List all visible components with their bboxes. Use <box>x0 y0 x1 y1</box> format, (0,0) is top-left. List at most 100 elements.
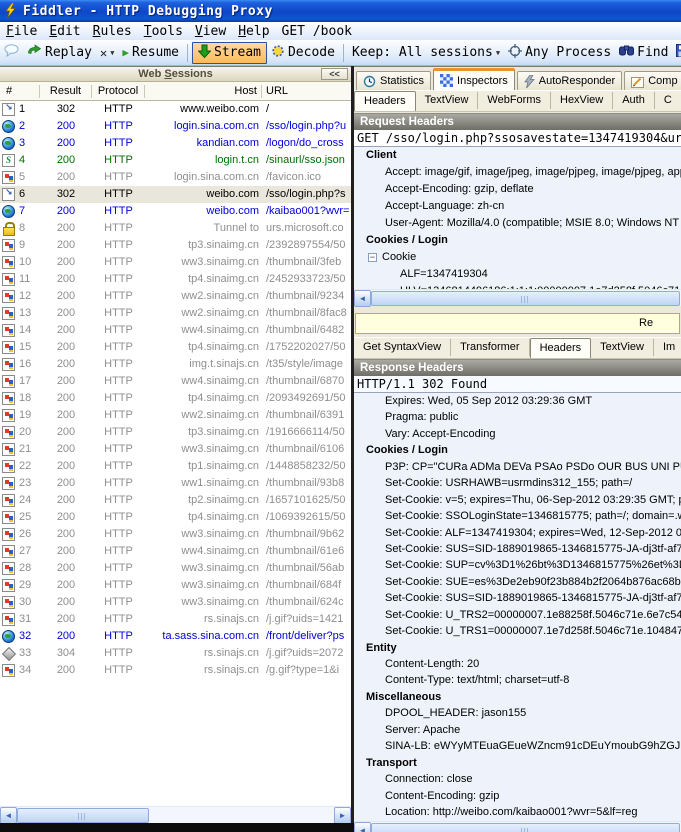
session-row[interactable]: 5200HTTPlogin.sina.com.cn/favicon.ico <box>0 169 351 186</box>
header-row: Connection: close <box>354 771 681 787</box>
column-header-host[interactable]: Host <box>145 85 262 98</box>
image-icon <box>2 409 15 422</box>
session-row[interactable]: 30200HTTPww3.sinaimg.cn/thumbnail/624c <box>0 594 351 611</box>
session-row[interactable]: 19200HTTPww2.sinaimg.cn/thumbnail/6391 <box>0 407 351 424</box>
scroll-left-icon[interactable]: ◄ <box>354 822 371 832</box>
session-row[interactable]: 15200HTTPtp4.sinaimg.cn/1752202027/50 <box>0 339 351 356</box>
scrollbar-thumb[interactable] <box>17 808 149 823</box>
response-h-scrollbar[interactable]: ◄ <box>354 821 681 832</box>
column-header-num[interactable]: # <box>0 85 40 98</box>
session-row[interactable]: 25200HTTPtp4.sinaimg.cn/1069392615/50 <box>0 509 351 526</box>
request-h-scrollbar[interactable]: ◄ <box>354 289 681 306</box>
any-process-button[interactable]: Any Process <box>504 43 615 63</box>
stream-button[interactable]: Stream <box>192 42 267 64</box>
protocol: HTTP <box>92 390 145 407</box>
collapse-panel-button[interactable]: << <box>321 68 348 80</box>
save-button[interactable]: Save <box>672 43 681 63</box>
sessions-list: 1302HTTPwww.weibo.com/2200HTTPlogin.sina… <box>0 101 351 679</box>
response-tab-im[interactable]: Im <box>654 339 681 356</box>
scrollbar-thumb[interactable] <box>371 823 680 832</box>
session-row[interactable]: 16200HTTPimg.t.sinajs.cn/t35/style/image <box>0 356 351 373</box>
response-tab-get-syntaxview[interactable]: Get SyntaxView <box>354 339 451 356</box>
session-row[interactable]: 23200HTTPww1.sinaimg.cn/thumbnail/93b8 <box>0 475 351 492</box>
menu-get-book[interactable]: GET /book <box>276 24 358 39</box>
url: /thumbnail/624c <box>262 594 351 611</box>
session-row[interactable]: 1302HTTPwww.weibo.com/ <box>0 101 351 118</box>
session-row[interactable]: 31200HTTPrs.sinajs.cn/j.gif?uids=1421 <box>0 611 351 628</box>
decode-button[interactable]: Decode <box>267 43 339 63</box>
scroll-left-icon[interactable]: ◄ <box>0 807 17 823</box>
column-header-protocol[interactable]: Protocol <box>92 85 145 98</box>
tab-comp[interactable]: Comp <box>624 71 681 90</box>
tab-autoresponder[interactable]: AutoResponder <box>517 71 622 90</box>
comment-button[interactable] <box>0 43 23 62</box>
session-row[interactable]: 32200HTTPta.sass.sina.com.cn/front/deliv… <box>0 628 351 645</box>
header-row: Set-Cookie: v=5; expires=Thu, 06-Sep-201… <box>354 492 681 508</box>
request-tab-webforms[interactable]: WebForms <box>478 92 551 109</box>
session-row[interactable]: 34200HTTPrs.sinajs.cn/g.gif?type=1&i <box>0 662 351 679</box>
host: ta.sass.sina.com.cn <box>145 628 262 645</box>
request-tab-hexview[interactable]: HexView <box>551 92 613 109</box>
session-row[interactable]: 9200HTTPtp3.sinaimg.cn/2392897554/50 <box>0 237 351 254</box>
session-row[interactable]: 12200HTTPww2.sinaimg.cn/thumbnail/9234 <box>0 288 351 305</box>
session-row[interactable]: 4200HTTPlogin.t.cn/sinaurl/sso.json <box>0 152 351 169</box>
menu-tools[interactable]: Tools <box>138 24 189 39</box>
find-button[interactable]: Find <box>615 44 672 61</box>
tab-inspectors[interactable]: Inspectors <box>433 68 515 90</box>
session-row[interactable]: 3200HTTPkandian.com/logon/do_cross <box>0 135 351 152</box>
host: ww4.sinaimg.cn <box>145 373 262 390</box>
response-tab-transformer[interactable]: Transformer <box>451 339 530 356</box>
image-icon <box>2 596 15 609</box>
sessions-h-scrollbar[interactable]: ◄ ► <box>0 806 351 823</box>
session-row[interactable]: 13200HTTPww2.sinaimg.cn/thumbnail/8fac8 <box>0 305 351 322</box>
session-row[interactable]: 6302HTTPweibo.com/sso/login.php?s <box>0 186 351 203</box>
scroll-left-icon[interactable]: ◄ <box>354 290 371 307</box>
remove-button[interactable]: ✕▼ <box>96 45 118 61</box>
tab-statistics[interactable]: Statistics <box>356 71 431 90</box>
host: ww3.sinaimg.cn <box>145 441 262 458</box>
url: /1448858232/50 <box>262 458 351 475</box>
session-row[interactable]: 18200HTTPtp4.sinaimg.cn/2093492691/50 <box>0 390 351 407</box>
collapse-toggle-icon[interactable]: − <box>368 253 377 262</box>
scrollbar-thumb[interactable] <box>371 291 680 306</box>
request-tab-auth[interactable]: Auth <box>613 92 655 109</box>
session-row[interactable]: 7200HTTPweibo.com/kaibao001?wvr= <box>0 203 351 220</box>
menu-rules[interactable]: Rules <box>87 24 138 39</box>
request-tab-textview[interactable]: TextView <box>416 92 479 109</box>
session-row[interactable]: 10200HTTPww3.sinaimg.cn/thumbnail/3feb <box>0 254 351 271</box>
session-row[interactable]: 33304HTTPrs.sinajs.cn/j.gif?uids=2072 <box>0 645 351 662</box>
url: /front/deliver?ps <box>262 628 351 645</box>
transform-banner[interactable]: Re <box>355 313 680 334</box>
column-header-result[interactable]: Result <box>40 85 92 98</box>
session-row[interactable]: 29200HTTPww3.sinaimg.cn/thumbnail/684f <box>0 577 351 594</box>
replay-button[interactable]: Replay <box>23 43 96 62</box>
host: tp3.sinaimg.cn <box>145 424 262 441</box>
menu-help[interactable]: Help <box>232 24 275 39</box>
session-row[interactable]: 24200HTTPtp2.sinaimg.cn/1657101625/50 <box>0 492 351 509</box>
session-row[interactable]: 20200HTTPtp3.sinaimg.cn/1916666114/50 <box>0 424 351 441</box>
menu-view[interactable]: View <box>189 24 232 39</box>
request-tab-headers[interactable]: Headers <box>354 91 416 111</box>
session-row[interactable]: 14200HTTPww4.sinaimg.cn/thumbnail/6482 <box>0 322 351 339</box>
keep-sessions-dropdown[interactable]: Keep: All sessions▼ <box>348 44 504 61</box>
scroll-right-icon[interactable]: ► <box>334 807 351 823</box>
session-row[interactable]: 28200HTTPww3.sinaimg.cn/thumbnail/56ab <box>0 560 351 577</box>
session-row[interactable]: 21200HTTPww3.sinaimg.cn/thumbnail/6106 <box>0 441 351 458</box>
session-row[interactable]: 11200HTTPtp4.sinaimg.cn/2452933723/50 <box>0 271 351 288</box>
session-row[interactable]: 26200HTTPww3.sinaimg.cn/thumbnail/9b62 <box>0 526 351 543</box>
menu-file[interactable]: File <box>0 24 43 39</box>
session-row[interactable]: 22200HTTPtp1.sinaimg.cn/1448858232/50 <box>0 458 351 475</box>
session-number: 22 <box>19 458 40 475</box>
request-tab-c[interactable]: C <box>655 92 681 109</box>
protocol: HTTP <box>92 492 145 509</box>
response-tab-textview[interactable]: TextView <box>591 339 654 356</box>
resume-button[interactable]: ▶Resume <box>118 44 183 61</box>
response-tab-headers[interactable]: Headers <box>530 338 592 358</box>
result-code: 200 <box>40 628 92 645</box>
session-row[interactable]: 17200HTTPww4.sinaimg.cn/thumbnail/6870 <box>0 373 351 390</box>
session-row[interactable]: 27200HTTPww4.sinaimg.cn/thumbnail/61e6 <box>0 543 351 560</box>
menu-edit[interactable]: Edit <box>43 24 86 39</box>
session-row[interactable]: 2200HTTPlogin.sina.com.cn/sso/login.php?… <box>0 118 351 135</box>
column-header-url[interactable]: URL <box>262 85 351 98</box>
session-row[interactable]: 8200HTTPTunnel tours.microsoft.co <box>0 220 351 237</box>
